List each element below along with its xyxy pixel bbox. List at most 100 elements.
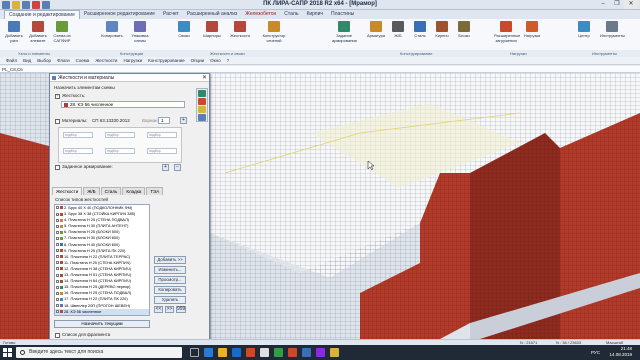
center-button[interactable]: Центр — [572, 21, 596, 49]
reinforcement-button[interactable]: Задание армирования — [332, 21, 357, 49]
edge-browser-icon[interactable] — [204, 348, 213, 357]
menu-window[interactable]: Окно — [207, 57, 223, 65]
copy-button[interactable]: Копировать — [100, 21, 124, 49]
menu-scheme[interactable]: Схема — [73, 57, 93, 65]
concrete-button[interactable]: Ж/Б — [386, 21, 410, 49]
taskbar-search[interactable]: Введите здесь текст для поиска — [16, 347, 182, 358]
assign-current-button[interactable]: Назначить текущим — [54, 320, 150, 328]
app-blue-icon[interactable] — [302, 348, 311, 357]
copy-stiffness-button[interactable]: Копировать — [154, 286, 186, 294]
tab-concrete[interactable]: Железобетон — [241, 10, 280, 19]
stiffness-checkbox[interactable] — [55, 93, 60, 99]
reinforcement-add-button[interactable]: + — [162, 164, 169, 171]
add-node-button[interactable]: Добавить узел — [2, 21, 26, 49]
stiffness-icon — [234, 21, 246, 32]
tab-steel-dlg[interactable]: Сталь — [100, 187, 122, 195]
language-indicator[interactable]: РУС — [591, 345, 600, 360]
search-icon — [20, 350, 25, 355]
apply-icon[interactable] — [198, 90, 206, 97]
reinforcement-checkbox[interactable] — [55, 165, 60, 170]
tab-brick[interactable]: Кирпич — [302, 10, 327, 19]
view-stiffness-button[interactable]: Просмотр... — [154, 276, 186, 284]
steel-button[interactable]: Сталь — [408, 21, 432, 49]
close-button[interactable]: ✕ — [624, 0, 638, 9]
menu-file[interactable]: Файл — [3, 57, 20, 65]
section-designer-button[interactable]: Конструктор сечений — [262, 21, 286, 49]
group-label-design: Конструирование — [400, 51, 433, 56]
pack-scheme-button[interactable]: Упаковка схемы — [128, 21, 152, 49]
menu-view[interactable]: Вид — [20, 57, 34, 65]
tab-masonry[interactable]: Кладка — [122, 187, 146, 195]
app-green-icon[interactable] — [274, 348, 283, 357]
tab-rc[interactable]: Ж/Б — [83, 187, 100, 195]
menu-select[interactable]: Выбор — [34, 57, 54, 65]
app-yellow-icon[interactable] — [330, 348, 339, 357]
stiffness-button[interactable]: Жесткости — [228, 21, 252, 49]
delete-stiffness-button[interactable]: Удалить — [154, 296, 186, 304]
filter-icon[interactable] — [198, 106, 206, 113]
add-stiffness-button[interactable]: Добавить >> — [154, 256, 186, 264]
windows-start-icon[interactable] — [3, 348, 12, 357]
app-purple-icon[interactable] — [316, 348, 325, 357]
loads-button[interactable]: Нагрузки — [520, 21, 544, 49]
stiffness-field[interactable]: 28. КЭ 56 численное — [61, 101, 185, 108]
menu-loads[interactable]: Нагрузки — [120, 57, 145, 65]
reinforcement-remove-button[interactable]: − — [174, 164, 181, 171]
brick-button[interactable]: Кирпич — [430, 21, 454, 49]
task-view-icon[interactable] — [190, 348, 199, 357]
menu-flags[interactable]: Флаги — [54, 57, 73, 65]
rebar-button[interactable]: Арматура — [364, 21, 388, 49]
tab-steel[interactable]: Сталь — [280, 10, 302, 19]
tab-stiffness[interactable]: Жесткости — [52, 187, 83, 195]
blocks-button[interactable]: Блоки — [452, 21, 476, 49]
tab-analysis[interactable]: Расчет — [159, 10, 183, 19]
lira-sapr-icon[interactable] — [288, 348, 297, 357]
materials-checkbox[interactable] — [55, 119, 60, 124]
office-icon[interactable] — [246, 348, 255, 357]
clock[interactable]: 21:48 14.08.2019 — [609, 346, 632, 358]
sapfir-scheme-button[interactable]: Схема из САПФИР — [50, 21, 74, 49]
list-item-selected[interactable]: 28. КЭ 56 численное — [55, 308, 149, 315]
menu-stiffness[interactable]: Жесткости — [92, 57, 120, 65]
menu-design[interactable]: Конструирование — [145, 57, 188, 65]
menu-options[interactable]: Опции — [188, 57, 208, 65]
edit-stiffness-button[interactable]: Изменить... — [154, 266, 186, 274]
move-left-button[interactable]: << — [154, 306, 163, 313]
supports-button[interactable]: Связи — [172, 21, 196, 49]
tab-advanced-edit[interactable]: Расширенное редактирование — [80, 10, 159, 19]
tab-advanced-analysis[interactable]: Расширенный анализ — [183, 10, 241, 19]
file-explorer-icon[interactable] — [218, 348, 227, 357]
variant-label: Вариант — [142, 118, 160, 123]
cancel-icon[interactable] — [198, 98, 206, 105]
document-tab[interactable]: PL_C8,C6 — [2, 66, 23, 73]
material-field-1[interactable]: подбор — [63, 132, 93, 138]
tools-button[interactable]: Инструменты — [600, 21, 625, 49]
store-icon[interactable] — [232, 348, 241, 357]
material-field-4[interactable]: подбор — [63, 148, 93, 154]
materials-add-button[interactable]: + — [180, 117, 187, 124]
dialog-close-icon[interactable]: ✕ — [202, 74, 207, 82]
tab-plates[interactable]: Пластины — [327, 10, 358, 19]
stiffness-list[interactable]: 2. Брус 40 X 40 (ПОДКОЛОННИК ФМ) 3. Брус… — [54, 204, 150, 316]
dialog-title-bar[interactable]: Жесткости и материалы ✕ — [50, 74, 209, 82]
menu-help[interactable]: ? — [224, 57, 233, 65]
fragment-checkbox[interactable] — [55, 333, 60, 338]
move-right-button[interactable]: >> — [165, 306, 174, 313]
material-field-6[interactable]: подбор — [147, 148, 177, 154]
load-cases-button[interactable]: Расширенные загружения — [494, 21, 520, 49]
help-icon[interactable] — [198, 114, 206, 121]
material-field-3[interactable]: подбор — [147, 132, 177, 138]
stiffness-tabs: Жесткости Ж/Б Сталь Кладка ТЭА — [52, 187, 164, 195]
tab-create-edit[interactable]: Создание и редактирование — [4, 9, 80, 20]
variant-field[interactable]: 1 — [158, 117, 170, 124]
hinges-button[interactable]: Шарниры — [200, 21, 224, 49]
add-element-button[interactable]: Добавить элемент — [26, 21, 50, 49]
chrome-icon[interactable] — [260, 348, 269, 357]
maximize-button[interactable]: ❐ — [610, 0, 624, 9]
material-field-5[interactable]: подбор — [105, 148, 135, 154]
tab-tea[interactable]: ТЭА — [146, 187, 164, 195]
materials-norm[interactable]: СП 63.13330.2012 — [92, 118, 130, 124]
minimize-button[interactable]: – — [596, 0, 610, 9]
renumber-button[interactable]: 999 — [176, 306, 186, 313]
material-field-2[interactable]: подбор — [105, 132, 135, 138]
